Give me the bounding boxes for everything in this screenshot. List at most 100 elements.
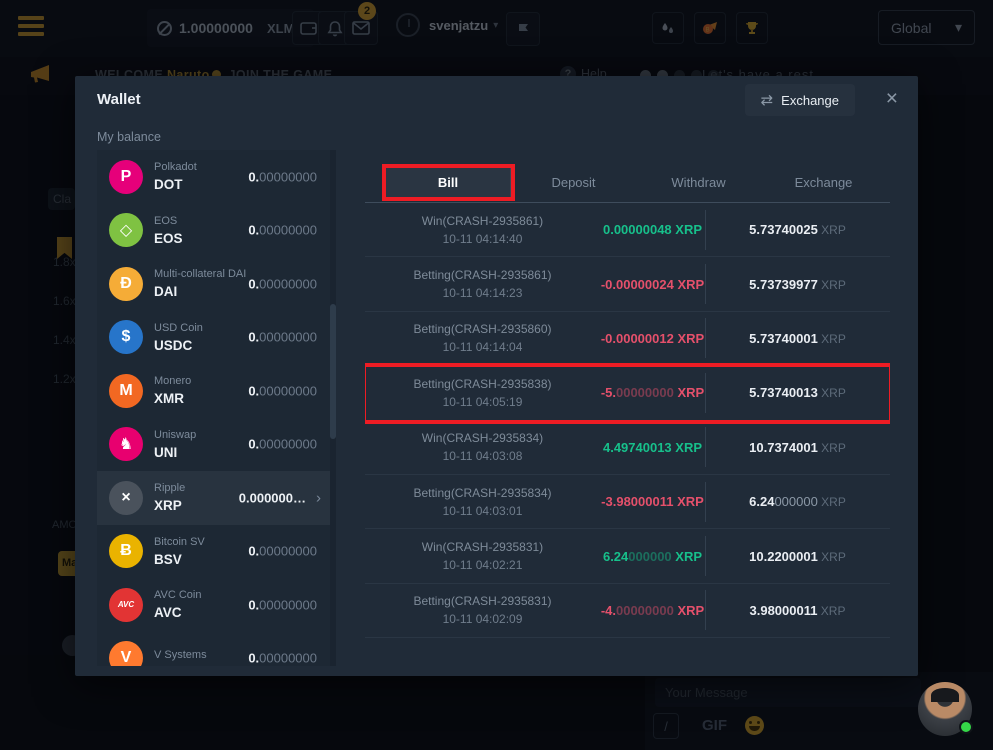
bill-filter-tab[interactable]: Deposit (511, 162, 636, 202)
coin-name: Monero (154, 376, 191, 387)
transaction-row: Betting(CRASH-2935834) 10-11 04:03:01 -3… (365, 475, 890, 529)
my-balance-label: My balance (97, 130, 161, 144)
coin-balance: 0.00000000 (248, 169, 317, 184)
coin-name: Ripple (154, 483, 185, 494)
coin-name: Bitcoin SV (154, 537, 205, 548)
coin-icon: AVC (109, 588, 143, 622)
transaction-title: Betting(CRASH-2935831) (365, 592, 600, 610)
transaction-row: Win(CRASH-2935834) 10-11 04:03:08 4.4974… (365, 421, 890, 475)
transaction-time: 10-11 04:14:40 (365, 230, 600, 248)
coin-name: Polkadot (154, 162, 197, 173)
coin-name: Uniswap (154, 430, 196, 441)
bill-filter-tab[interactable]: Bill (386, 162, 511, 202)
online-status-dot (959, 720, 973, 734)
transaction-amount: -0.00000024 XRP (600, 277, 705, 292)
coin-row[interactable]: V V Systems 0.00000000 (97, 632, 330, 667)
bill-filter-tab-label: Bill (386, 168, 511, 197)
coin-ticker: DOT (154, 178, 197, 192)
coin-row[interactable]: Đ Multi-collateral DAI DAI 0.00000000 (97, 257, 330, 311)
coin-list: P Polkadot DOT 0.00000000 ◇ EOS EOS 0.00… (97, 150, 330, 666)
transaction-row: Betting(CRASH-2935838) 10-11 04:05:19 -5… (365, 366, 890, 420)
transaction-amount: 6.24000000 XRP (600, 549, 705, 564)
bill-filter-tab[interactable]: Withdraw (636, 162, 761, 202)
transaction-title: Win(CRASH-2935861) (365, 212, 600, 230)
coin-row[interactable]: P Polkadot DOT 0.00000000 (97, 150, 330, 204)
coin-balance: 0.00000000 (248, 437, 317, 452)
transaction-amount: -5.00000000 XRP (600, 385, 705, 400)
transaction-time: 10-11 04:02:09 (365, 610, 600, 628)
bill-filter-tab-label: Exchange (795, 175, 853, 190)
coin-balance: 0.00000000 (248, 383, 317, 398)
transaction-time: 10-11 04:05:19 (365, 393, 600, 411)
transaction-title: Betting(CRASH-2935834) (365, 484, 600, 502)
coin-row[interactable]: ◇ EOS EOS 0.00000000 (97, 204, 330, 258)
coin-ticker: XMR (154, 392, 191, 406)
bill-filter-tab-label: Withdraw (671, 175, 725, 190)
coin-balance: 0.00000000 (248, 223, 317, 238)
transaction-amount: -4.00000000 XRP (600, 603, 705, 618)
transaction-title: Betting(CRASH-2935838) (365, 375, 600, 393)
coin-row[interactable]: Ƀ Bitcoin SV BSV 0.00000000 (97, 525, 330, 579)
transaction-title: Betting(CRASH-2935861) (365, 266, 600, 284)
exchange-button[interactable]: ⇄ Exchange (745, 84, 855, 116)
transaction-title: Win(CRASH-2935834) (365, 429, 600, 447)
coin-row[interactable]: ♞ Uniswap UNI 0.00000000 (97, 418, 330, 472)
coin-icon: ◇ (109, 213, 143, 247)
coin-balance: 0.00000000 (248, 544, 317, 559)
transaction-amount: 4.49740013 XRP (600, 440, 705, 455)
transaction-row: Win(CRASH-2935831) 10-11 04:02:21 6.2400… (365, 529, 890, 583)
close-icon[interactable]: × (886, 88, 898, 109)
coin-list-scrollbar (330, 150, 336, 666)
transaction-row: Betting(CRASH-2935831) 10-11 04:02:09 -4… (365, 584, 890, 638)
coin-icon: P (109, 160, 143, 194)
coin-ticker: UNI (154, 446, 196, 460)
bill-filter-tabs: Bill Deposit Withdraw Exchange (365, 162, 890, 203)
transactions-table: Win(CRASH-2935861) 10-11 04:14:40 0.0000… (365, 203, 890, 651)
bill-filter-tab-label: Deposit (551, 175, 595, 190)
coin-row[interactable]: $ USD Coin USDC 0.00000000 (97, 311, 330, 365)
transaction-balance: 6.24000000 XRP (705, 494, 890, 509)
transaction-balance: 3.98000011 XRP (705, 603, 890, 618)
transaction-balance: 5.73740025 XRP (705, 222, 890, 237)
coin-balance: 0.00000000 (248, 276, 317, 291)
coin-balance: 0.00000000 (248, 597, 317, 612)
coin-name: AVC Coin (154, 590, 201, 601)
screen: 1.00000000 XLM ▾ 2 svenjatzu ▾ B (0, 0, 993, 750)
transaction-balance: 10.2200001 XRP (705, 549, 890, 564)
coin-ticker: AVC (154, 606, 201, 620)
transaction-time: 10-11 04:03:08 (365, 447, 600, 465)
coin-icon: M (109, 374, 143, 408)
transaction-title: Betting(CRASH-2935860) (365, 320, 600, 338)
transaction-time: 10-11 04:14:23 (365, 284, 600, 302)
chevron-right-icon: › (316, 489, 321, 506)
wallet-modal: Wallet ⇄ Exchange × My balance P Polkado… (75, 76, 918, 676)
coin-balance: 0.00000000 (248, 651, 317, 666)
coin-ticker: USDC (154, 339, 203, 353)
wallet-tabs (365, 124, 890, 132)
transaction-row: Betting(CRASH-2935861) 10-11 04:14:23 -0… (365, 257, 890, 311)
transaction-title: Win(CRASH-2935831) (365, 538, 600, 556)
transaction-amount: -0.00000012 XRP (600, 331, 705, 346)
coin-row[interactable]: AVC AVC Coin AVC 0.00000000 (97, 578, 330, 632)
scrollbar-thumb[interactable] (330, 304, 336, 439)
transaction-balance: 5.73740001 XRP (705, 331, 890, 346)
transaction-time: 10-11 04:03:01 (365, 502, 600, 520)
coin-row[interactable]: × Ripple XRP 0.000000… › (97, 471, 330, 525)
coin-name: Multi-collateral DAI (154, 269, 246, 280)
transaction-balance: 10.7374001 XRP (705, 440, 890, 455)
transaction-balance: 5.73739977 XRP (705, 277, 890, 292)
transaction-balance: 5.73740013 XRP (705, 385, 890, 400)
coin-row[interactable]: M Monero XMR 0.00000000 (97, 364, 330, 418)
transactions-panel: Bill Deposit Withdraw Exchange Win(CRASH… (365, 124, 890, 132)
transaction-row: Win(CRASH-2935861) 10-11 04:14:40 0.0000… (365, 203, 890, 257)
exchange-arrows-icon: ⇄ (761, 91, 774, 109)
support-avatar[interactable] (918, 682, 972, 736)
coin-ticker: EOS (154, 232, 183, 246)
modal-title: Wallet (97, 91, 141, 108)
bill-filter-tab[interactable]: Exchange (761, 162, 886, 202)
coin-icon: Ƀ (109, 534, 143, 568)
coin-ticker: XRP (154, 499, 185, 513)
coin-name: EOS (154, 216, 183, 227)
transaction-time: 10-11 04:02:21 (365, 556, 600, 574)
coin-name: USD Coin (154, 323, 203, 334)
